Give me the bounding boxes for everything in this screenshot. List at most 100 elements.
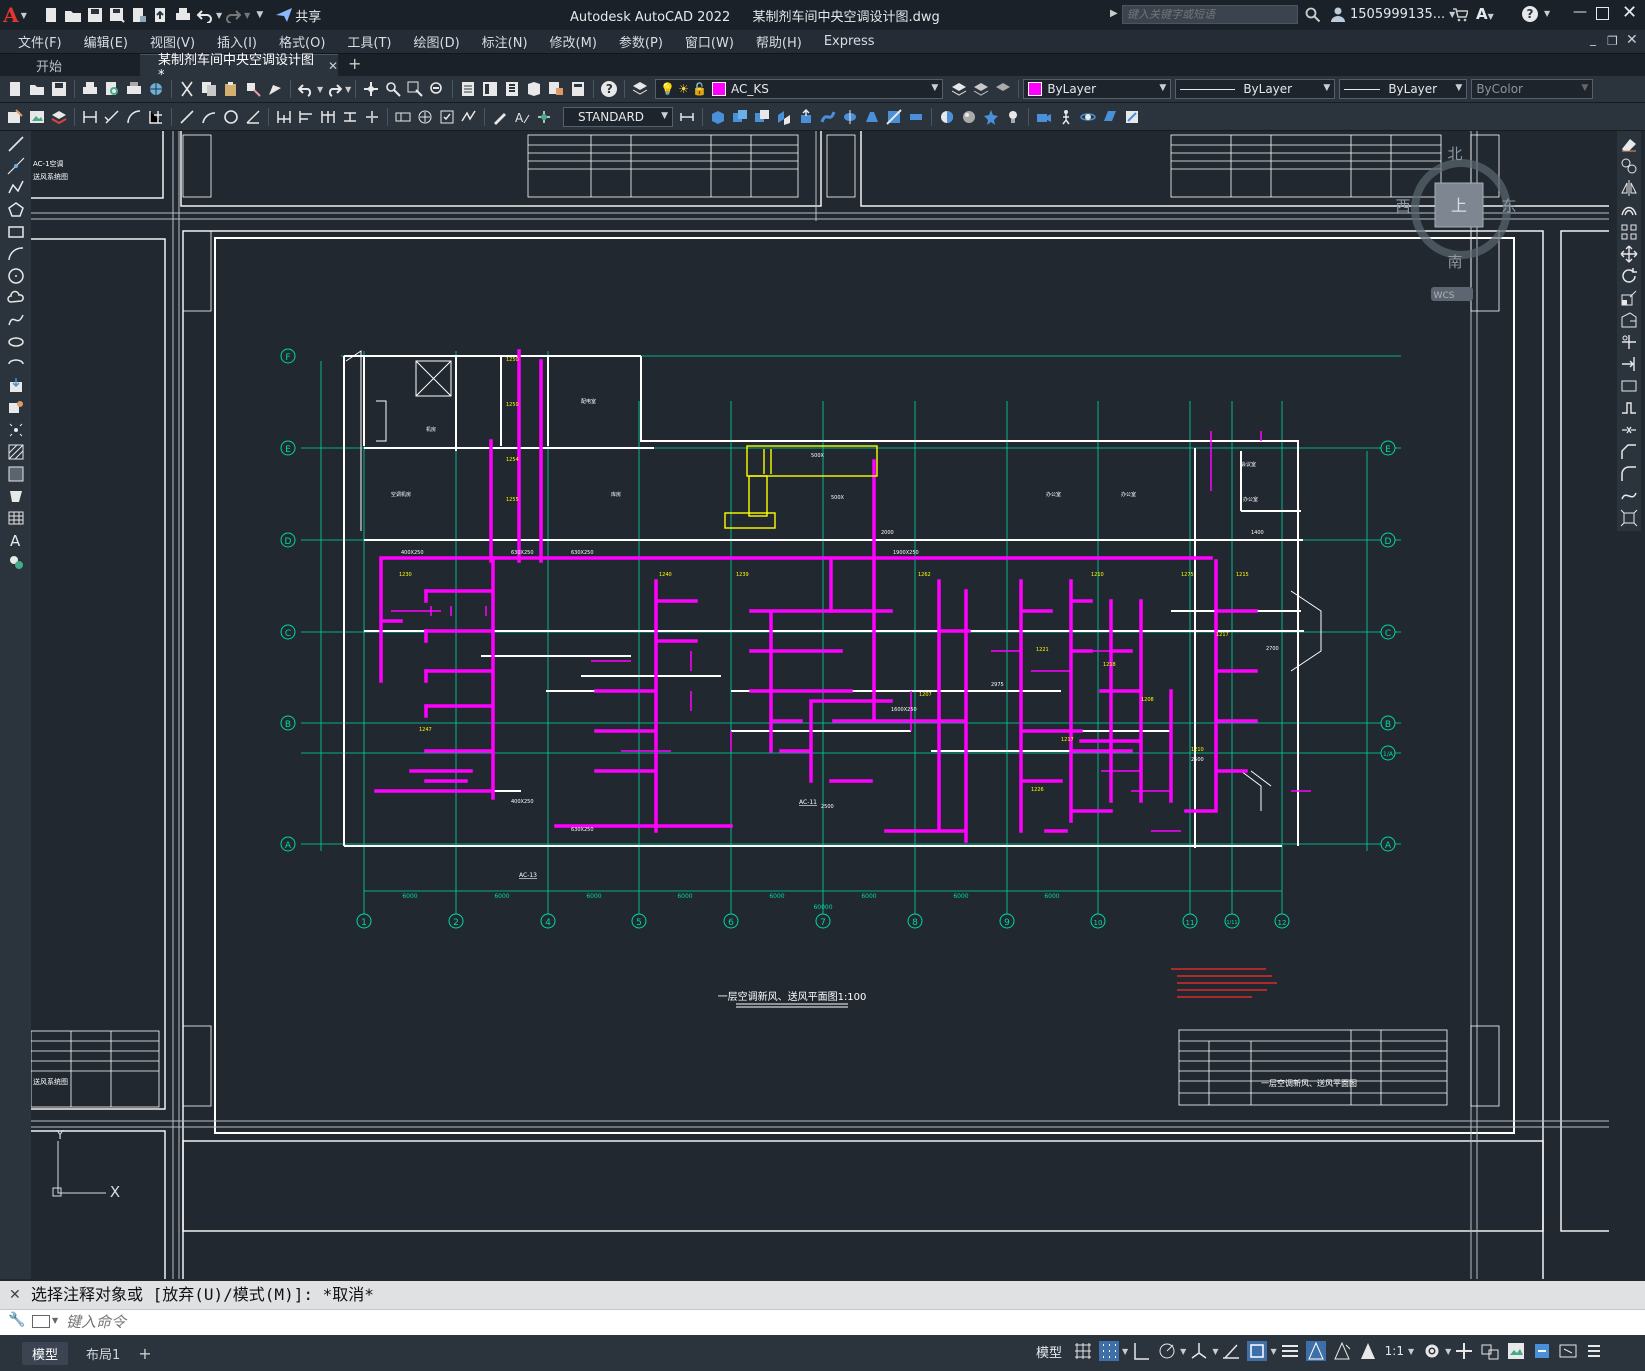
plot-preview-icon[interactable] [104,81,120,97]
union-icon[interactable] [732,109,748,125]
table-icon[interactable] [7,509,25,527]
hatch-icon[interactable] [7,443,25,461]
save-icon[interactable] [51,81,67,97]
maximize-button[interactable] [1596,7,1609,20]
match-properties-icon[interactable] [245,81,261,97]
menu-parametric[interactable]: 参数(P) [608,32,674,51]
extend-icon[interactable] [1620,355,1638,373]
tool-palettes-icon[interactable] [504,81,520,97]
polygon-icon[interactable] [7,201,25,219]
units-icon[interactable] [1480,1341,1500,1361]
user-account[interactable]: 1505999135... ▼ [1330,6,1455,22]
wrench-icon[interactable]: 🔧 [8,1312,25,1328]
construction-line-icon[interactable] [7,157,25,175]
lights-icon[interactable] [1005,109,1021,125]
dim-edit-icon[interactable] [492,109,508,125]
arc-length-icon[interactable] [126,109,142,125]
grid-display-icon[interactable] [1073,1341,1093,1361]
customization-icon[interactable] [1584,1341,1604,1361]
lineweight-dropdown[interactable]: ByLayer ▼ [1339,79,1468,99]
properties-icon[interactable] [460,81,476,97]
auto-scale-icon[interactable] [1332,1341,1352,1361]
doc-close-button[interactable]: ✕ [1626,32,1638,48]
help-icon[interactable]: ? [601,81,618,97]
visual-style-icon[interactable] [939,109,955,125]
paste-icon[interactable] [223,81,239,97]
snap-mode-icon[interactable] [1099,1341,1120,1361]
dim-update-icon[interactable] [536,109,552,125]
zoom-previous-icon[interactable] [429,81,445,97]
redo-icon[interactable] [224,7,242,23]
cut-icon[interactable] [179,81,195,97]
viewcube[interactable]: 上 北 南 西 东 WCS [1395,145,1517,301]
zoom-realtime-icon[interactable] [385,81,402,97]
color-dropdown[interactable]: ByLayer ▼ [1023,79,1172,99]
zoom-window-icon[interactable] [407,81,424,97]
menu-help[interactable]: 帮助(H) [745,32,813,51]
menu-tools[interactable]: 工具(T) [336,32,402,51]
stretch-icon[interactable] [1620,311,1638,329]
fillet-icon[interactable] [1620,465,1638,483]
new-tab-button[interactable]: + [348,54,361,76]
scale-icon[interactable] [1620,289,1638,307]
mirror-icon[interactable] [1620,179,1638,197]
array-icon[interactable] [1620,223,1638,241]
open-from-web-icon[interactable] [130,7,148,23]
viewcube-east[interactable]: 东 [1501,197,1516,215]
ortho-icon[interactable] [1131,1341,1151,1361]
linetype-dropdown[interactable]: ByLayer ▼ [1175,79,1336,99]
linear-dim-icon[interactable] [82,109,98,125]
help-icon[interactable]: ? [1522,6,1538,22]
layer-state-icon[interactable] [51,109,67,125]
line-icon[interactable] [7,135,25,153]
undo-icon[interactable] [298,81,314,97]
3d-print-icon[interactable] [148,81,164,97]
command-input[interactable] [66,1312,1566,1332]
search-input[interactable] [1122,5,1298,24]
sheet-set-icon[interactable] [526,81,542,97]
tab-layout1[interactable]: 布局1 [76,1342,130,1365]
text-style-dropdown[interactable]: STANDARD ▼ [563,106,673,127]
ellipse-icon[interactable] [7,333,25,351]
dim-text-edit-icon[interactable]: A [514,109,530,125]
workspace-gear-icon[interactable] [1422,1341,1442,1361]
menu-window[interactable]: 窗口(W) [674,32,745,51]
inspect-icon[interactable] [439,109,455,125]
redo-icon[interactable] [326,81,343,97]
save-as-icon[interactable] [108,7,126,23]
doc-minimize-button[interactable]: _ [1590,32,1596,46]
camera-icon[interactable] [1036,109,1052,125]
lineweight-display-icon[interactable] [1280,1341,1300,1361]
angular-dim-icon[interactable] [245,109,261,125]
menu-file[interactable]: 文件(F) [0,32,73,51]
trim-icon[interactable] [1620,333,1638,351]
close-window-button[interactable]: ✕ [1622,2,1637,23]
menu-draw[interactable]: 绘图(D) [403,32,471,51]
quick-dim-icon[interactable] [276,109,292,125]
open-icon[interactable] [64,7,82,23]
spline-icon[interactable] [7,311,25,329]
make-block-icon[interactable] [7,399,25,417]
blend-curves-icon[interactable] [1620,487,1638,505]
model-space-button[interactable]: 模型 [1036,1342,1062,1361]
baseline-dim-icon[interactable] [298,109,314,125]
rectangle-icon[interactable] [7,223,25,241]
gradient-icon[interactable] [7,465,25,483]
layer-dropdown[interactable]: 💡 ☀ 🔓 AC_KS ▼ [655,79,944,99]
ordinate-dim-icon[interactable] [148,109,164,125]
continue-dim-icon[interactable] [320,109,336,125]
insert-block-icon[interactable] [7,377,25,395]
search-icon[interactable] [1305,7,1321,23]
join-icon[interactable] [1620,421,1638,439]
search-expand-icon[interactable]: ▶ [1110,8,1118,19]
share-button[interactable]: 共享 [273,6,321,25]
polyline-icon[interactable] [7,179,25,197]
thicken-icon[interactable] [908,109,924,125]
save-to-web-icon[interactable] [152,7,170,23]
hardware-acceleration-icon[interactable] [1532,1341,1552,1361]
drawing-canvas[interactable]: AC-1空调 送风系统图 送风系统图 一层空调新风、送风平面图 1250 125… [31,131,1609,1279]
move-icon[interactable] [1620,245,1638,263]
break-icon[interactable] [1620,399,1638,417]
quickcalc-icon[interactable] [570,81,586,97]
point-icon[interactable] [7,421,25,439]
